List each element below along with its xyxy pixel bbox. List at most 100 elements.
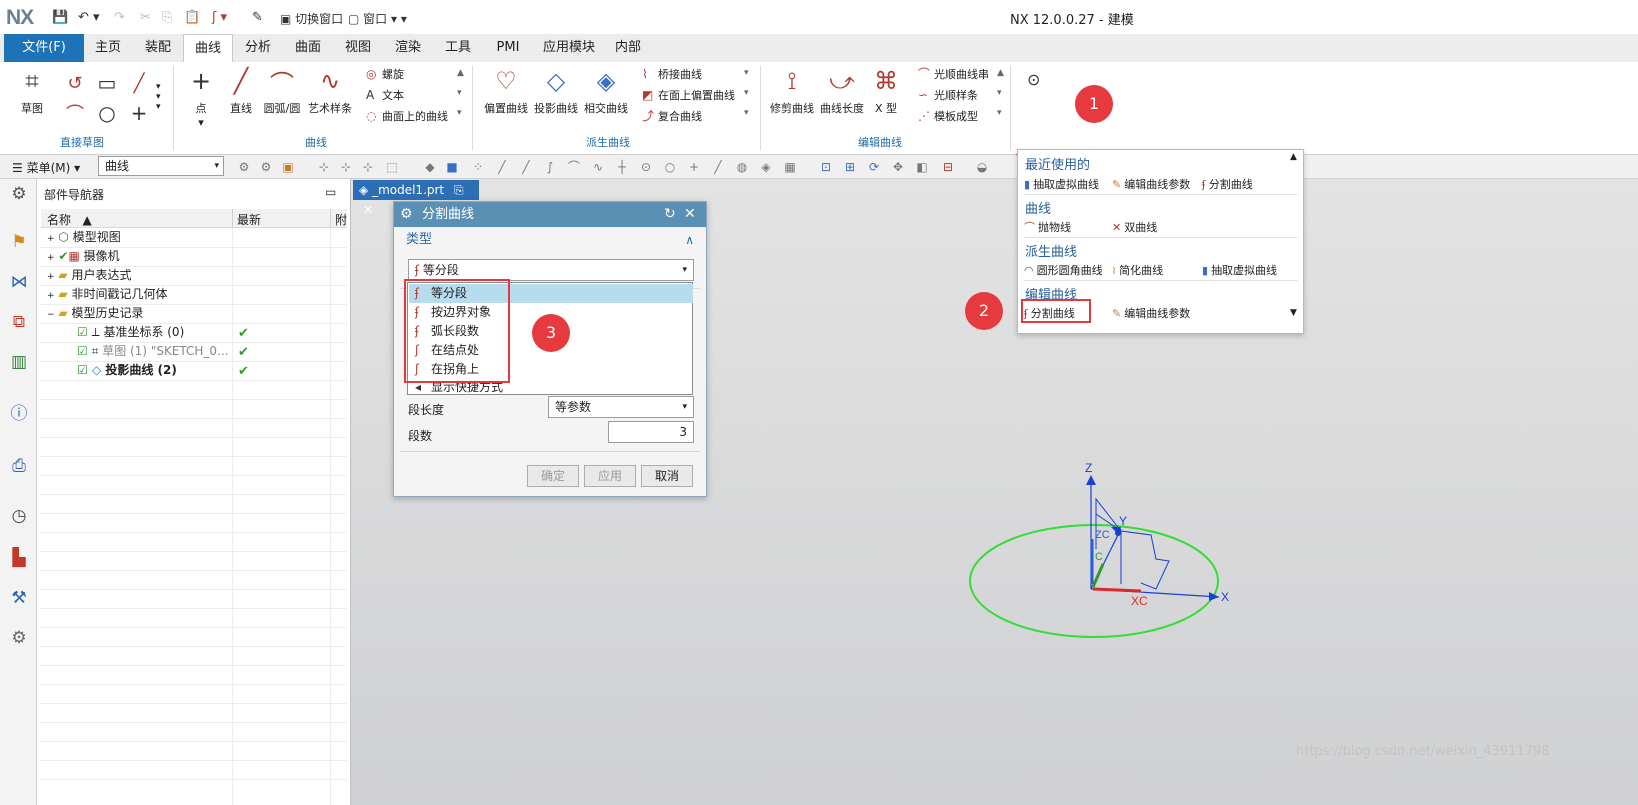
line-snap-icon[interactable]: ╱ xyxy=(494,159,510,175)
tree-row-unused-geometry[interactable]: + ▰ 非时间戳记几何体 xyxy=(41,285,167,304)
intersect-curve-button[interactable]: ◈ 相交曲线 xyxy=(582,66,630,116)
tab-tools[interactable]: 工具 xyxy=(438,34,478,62)
menu-item-extract-virtual-curve[interactable]: ▮ 抽取虚拟曲线 xyxy=(1024,176,1099,192)
history-palette-icon[interactable]: ⎙ xyxy=(8,455,30,477)
quadrant-snap-icon[interactable]: ○ xyxy=(662,159,678,175)
render-icon[interactable]: ◧ xyxy=(914,159,930,175)
fit-view-icon[interactable]: ⊡ xyxy=(818,159,834,175)
column-header-name[interactable]: 名称 ▲ xyxy=(47,211,92,228)
tree-row-project-curve[interactable]: ☑ ◇ 投影曲线 (2) xyxy=(77,361,177,380)
tree-row-model-views[interactable]: + ⬡ 模型视图 xyxy=(41,228,121,247)
profile-button[interactable]: ↺ xyxy=(60,68,84,102)
selection-box-icon[interactable]: ⬚ xyxy=(384,159,400,175)
shading-icon[interactable]: ◒ ▾ xyxy=(974,159,990,190)
tab-internal[interactable]: 内部 xyxy=(608,34,648,62)
reuse-library-icon[interactable]: ▥ xyxy=(8,351,30,373)
smooth-spline-button[interactable]: ∽ 光顺样条 xyxy=(918,85,978,105)
face-snap-icon[interactable]: ◈ xyxy=(758,159,774,175)
assembly-navigator-icon[interactable]: ⚑ xyxy=(8,231,30,253)
expand-icon[interactable]: + xyxy=(47,253,55,263)
rectangle-button[interactable]: ▭ xyxy=(92,68,117,102)
line-snap-icon[interactable]: ╱ xyxy=(518,159,534,175)
apply-button[interactable]: 应用 xyxy=(584,465,636,487)
maximize-icon[interactable]: ▭ xyxy=(325,185,336,199)
settings-gear-icon[interactable]: ⚙ xyxy=(8,183,30,205)
sketch-button[interactable]: ⌗ 草图 xyxy=(10,66,54,116)
line-snap-icon[interactable]: ╱ xyxy=(710,159,726,175)
point-snap-icon[interactable]: ⁘ xyxy=(470,159,486,175)
line-button[interactable]: ╱ 直线 xyxy=(224,66,258,116)
expand-icon[interactable]: + xyxy=(47,234,55,244)
menu-item-simplify-curve[interactable]: ≀ 简化曲线 xyxy=(1112,262,1163,278)
tab-render[interactable]: 渲染 xyxy=(388,34,428,62)
sketch-point-button[interactable]: + xyxy=(124,98,148,132)
dialog-gear-icon[interactable]: ⚙ xyxy=(400,202,413,227)
snap-icon[interactable]: ⊹ xyxy=(316,159,332,175)
curve-on-surface-button[interactable]: ◌ 曲面上的曲线 xyxy=(366,106,448,126)
type-select[interactable]: ʄ 等分段 ▾ xyxy=(408,259,694,281)
part-navigator-icon[interactable]: ⧉ xyxy=(8,311,30,333)
snap-icon[interactable]: ⊹ xyxy=(338,159,354,175)
copy-icon[interactable]: ⎘ xyxy=(162,10,172,25)
snap-icon[interactable]: ⚙ xyxy=(236,159,252,175)
dialog-title-bar[interactable]: ⚙ 分割曲线 ↻ ✕ xyxy=(394,202,706,227)
expand-icon[interactable]: + xyxy=(47,272,55,282)
smooth-curve-string-button[interactable]: ⌒ 光顺曲线串 xyxy=(918,64,989,84)
grid-snap-icon[interactable]: ▦ xyxy=(782,159,798,175)
menu-item-divide-curve[interactable]: ʄ 分割曲线 xyxy=(1202,176,1253,192)
checkbox-checked-icon[interactable]: ☑ xyxy=(77,363,88,377)
menu-item-circular-fillet-curve[interactable]: ◠ 圆形圆角曲线 xyxy=(1024,262,1103,278)
tree-row-sketch[interactable]: ☑ ⌗ 草图 (1) "SKETCH_0... xyxy=(77,342,229,361)
point-button[interactable]: + 点 ▾ xyxy=(186,66,216,129)
x-form-button[interactable]: ⌘ X 型 xyxy=(866,66,906,116)
constraint-navigator-icon[interactable]: ⋈ xyxy=(8,271,30,293)
tab-assembly[interactable]: 装配 xyxy=(138,34,178,62)
tab-curve[interactable]: 曲线 xyxy=(183,34,233,62)
tab-pmi[interactable]: PMI xyxy=(488,34,528,62)
checkbox-checked-icon[interactable]: ☑ xyxy=(77,344,88,358)
xc-handle[interactable] xyxy=(1092,587,1142,593)
cube-icon[interactable]: ■ xyxy=(444,159,460,175)
trim-curve-button[interactable]: ⟟ 修剪曲线 xyxy=(768,66,816,116)
system-materials-icon[interactable]: ▙ xyxy=(8,547,30,569)
curve-snap-icon[interactable]: ⌒ xyxy=(566,159,582,175)
window-menu-button[interactable]: ▢ 窗口 ▾ ▾ xyxy=(348,10,407,27)
tree-row-cameras[interactable]: + ✔▦ 摄像机 xyxy=(41,247,120,266)
filter-icon[interactable]: ▣ xyxy=(280,159,296,175)
tree-row-model-history[interactable]: − ▰ 模型历史记录 xyxy=(41,304,143,323)
bridge-curve-button[interactable]: ⌇ 桥接曲线 xyxy=(642,64,702,84)
expand-icon[interactable]: + xyxy=(47,291,55,301)
offset-curve-button[interactable]: ♡ 偏置曲线 xyxy=(482,66,530,116)
reset-icon[interactable]: ↻ xyxy=(664,202,676,227)
cancel-button[interactable]: 取消 xyxy=(641,465,693,487)
solid-icon[interactable]: ◆ xyxy=(422,159,438,175)
helix-button[interactable]: ◎ 螺旋 xyxy=(366,64,404,84)
face-snap-icon[interactable]: ◍ xyxy=(734,159,750,175)
yc-handle[interactable] xyxy=(1091,563,1105,588)
layout-icon[interactable]: ⊟ ▾ xyxy=(940,159,956,190)
tab-surface[interactable]: 曲面 xyxy=(288,34,328,62)
sketch-gallery-expand-icon[interactable]: ▾ ▾ ▾ xyxy=(156,82,161,112)
menu-item-hyperbola[interactable]: ✕ 双曲线 xyxy=(1112,219,1157,235)
menu-item-parabola[interactable]: ⌒ 抛物线 xyxy=(1024,219,1071,235)
pan-icon[interactable]: ✥ xyxy=(890,159,906,175)
redo-icon[interactable]: ↷ xyxy=(114,10,125,25)
cut-icon[interactable]: ✂ xyxy=(140,10,151,25)
intersection-snap-icon[interactable]: ┼ xyxy=(614,159,630,175)
switch-window-button[interactable]: ▣ 切换窗口 xyxy=(280,10,343,27)
snap-icon[interactable]: ⚙ xyxy=(258,159,274,175)
curve-snap-icon[interactable]: ∫ xyxy=(542,159,558,175)
collapse-chevron-icon[interactable]: ∧ xyxy=(685,229,694,251)
history-clock-icon[interactable]: ◷ xyxy=(8,505,30,527)
scroll-up-icon[interactable]: ▲ xyxy=(1290,152,1297,162)
project-curve-button[interactable]: ◇ 投影曲线 xyxy=(532,66,580,116)
type-section-header[interactable]: 类型 ∧ xyxy=(400,229,700,251)
origin-point[interactable] xyxy=(1115,530,1121,536)
segment-length-select[interactable]: 等参数 ▾ xyxy=(548,396,694,418)
undo-icon[interactable]: ↶ ▾ xyxy=(78,10,100,25)
ok-button[interactable]: 确定 xyxy=(527,465,579,487)
menu-button[interactable]: ☰ 菜单(M) ▾ xyxy=(12,159,80,176)
curve-length-button[interactable]: ⤻ 曲线长度 xyxy=(818,66,866,116)
paste-icon[interactable]: 📋 xyxy=(184,10,200,25)
column-header-latest[interactable]: 最新 xyxy=(237,211,261,228)
